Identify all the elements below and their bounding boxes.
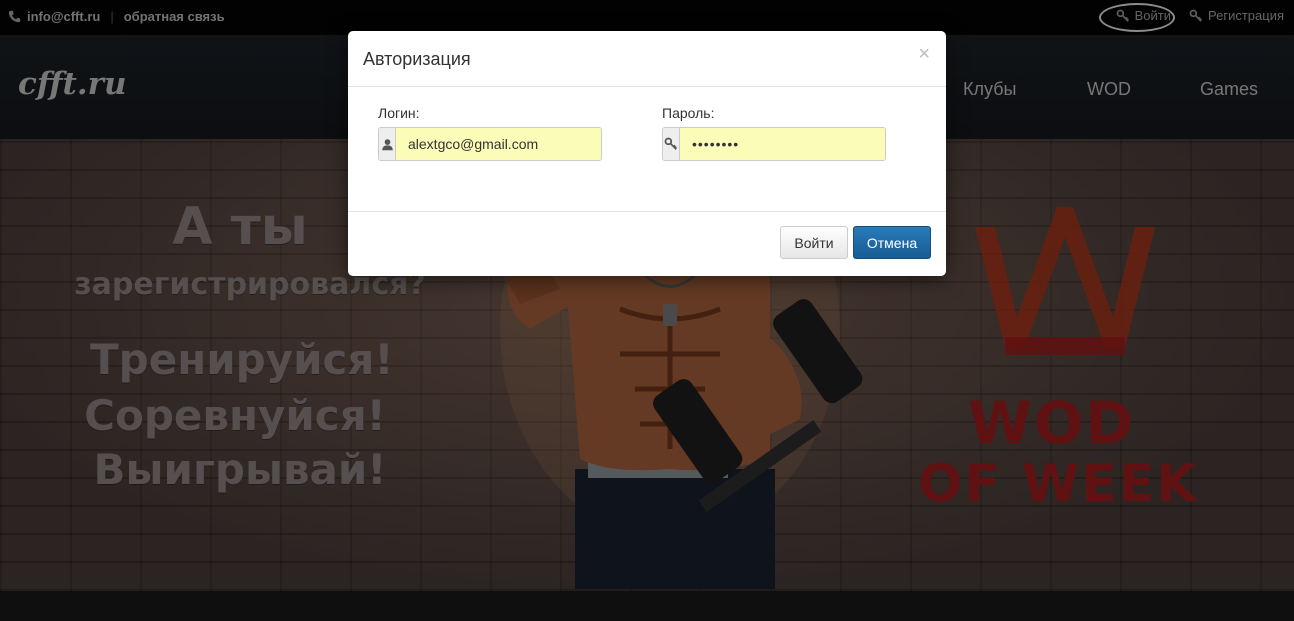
password-input-group	[662, 127, 886, 161]
submit-login-button[interactable]: Войти	[780, 226, 848, 259]
user-icon	[381, 138, 393, 150]
login-input-group	[378, 127, 602, 161]
modal-body: Логин: Пароль:	[348, 87, 946, 212]
password-input[interactable]	[680, 128, 885, 160]
login-addon	[379, 128, 396, 160]
modal-title: Авторизация	[363, 49, 471, 69]
close-icon[interactable]: ×	[918, 43, 930, 66]
key-icon	[664, 137, 677, 150]
login-modal: Авторизация × Логин: Пароль: Войти Отмен…	[348, 31, 946, 276]
cancel-button[interactable]: Отмена	[853, 226, 931, 259]
login-label: Логин:	[378, 105, 420, 121]
login-input[interactable]	[396, 128, 601, 160]
password-label: Пароль:	[662, 105, 715, 121]
modal-header: Авторизация ×	[348, 31, 946, 87]
password-addon	[663, 128, 680, 160]
